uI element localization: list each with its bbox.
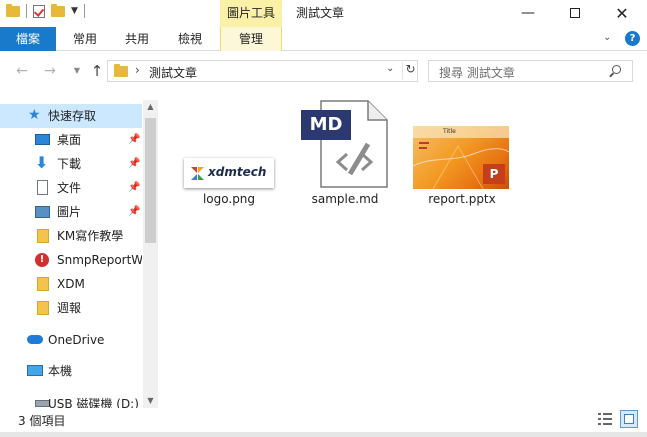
sidebar-item-xdm[interactable]: XDM <box>0 272 142 296</box>
sidebar-item-onedrive[interactable]: OneDrive <box>0 328 142 352</box>
document-icon <box>37 180 48 195</box>
pin-icon[interactable]: 📌 <box>128 200 140 224</box>
slide-title: Title <box>443 128 456 135</box>
large-icons-view-icon[interactable] <box>620 410 638 428</box>
search-icon[interactable] <box>612 65 621 74</box>
sidebar-item-documents[interactable]: 文件 📌 <box>0 176 142 200</box>
details-view-icon[interactable] <box>597 411 613 427</box>
quick-access-toolbar: ▼ <box>6 3 85 18</box>
navigation-pane: ★ 快速存取 桌面 📌 ⬇ 下載 📌 文件 📌 圖片 📌 KM寫作教學 ! Sn… <box>0 100 158 408</box>
recent-locations-button[interactable]: ▼ <box>68 61 86 81</box>
tab-home[interactable]: 常用 <box>60 27 110 51</box>
sidebar-item-quick-access[interactable]: ★ 快速存取 <box>0 104 142 128</box>
xdmtech-logo-icon <box>191 167 204 180</box>
file-name: sample.md <box>311 192 379 206</box>
item-count: 3 個項目 <box>18 414 66 428</box>
ribbon-tabs: 檔案 常用 共用 檢視 管理 ⌄ ? <box>0 27 647 51</box>
help-icon[interactable]: ? <box>625 31 640 46</box>
sidebar-item-desktop[interactable]: 桌面 📌 <box>0 128 142 152</box>
scroll-up-icon[interactable]: ▲ <box>143 100 158 114</box>
window-title: 測試文章 <box>296 6 345 20</box>
navpane-scrollbar[interactable]: ▲ ▼ <box>143 100 158 408</box>
address-bar[interactable]: › 測試文章 ⌄ ↻ <box>107 60 418 82</box>
file-item-sample-md[interactable]: MD sample.md <box>296 96 394 210</box>
folder-icon <box>114 64 128 77</box>
md-banner: MD <box>301 110 351 140</box>
file-name: logo.png <box>202 192 256 206</box>
breadcrumb-chevron-icon[interactable]: › <box>135 63 140 77</box>
pin-icon[interactable]: 📌 <box>128 176 140 200</box>
computer-icon <box>27 365 43 376</box>
breadcrumb-current[interactable]: 測試文章 <box>149 64 197 81</box>
folder-icon <box>37 229 49 243</box>
pin-icon[interactable]: 📌 <box>128 128 140 152</box>
address-dropdown-icon[interactable]: ⌄ <box>386 63 394 74</box>
up-button[interactable]: ↑ <box>88 61 106 81</box>
tab-view[interactable]: 檢視 <box>164 27 216 51</box>
status-bar: 3 個項目 <box>0 408 647 432</box>
cloud-icon <box>27 335 43 344</box>
forward-button[interactable]: → <box>41 61 59 81</box>
back-button[interactable]: ← <box>13 61 31 81</box>
window-bottom-edge <box>0 432 647 437</box>
search-placeholder: 搜尋 測試文章 <box>439 66 515 80</box>
maximize-icon <box>570 8 580 18</box>
file-item-logo[interactable]: xdmtech logo.png <box>172 150 286 210</box>
sidebar-item-this-pc[interactable]: 本機 <box>0 359 142 383</box>
logo-thumbnail: xdmtech <box>184 158 274 188</box>
maximize-button[interactable] <box>552 0 598 27</box>
picture-tools-header: 圖片工具 <box>220 0 282 27</box>
sidebar-item-pictures[interactable]: 圖片 📌 <box>0 200 142 224</box>
properties-icon[interactable] <box>33 4 45 18</box>
desktop-icon <box>35 134 50 145</box>
address-row: ← → ▼ ↑ › 測試文章 ⌄ ↻ 搜尋 測試文章 <box>0 55 647 87</box>
sidebar-item-downloads[interactable]: ⬇ 下載 📌 <box>0 152 142 176</box>
folder-icon <box>37 301 49 315</box>
sidebar-item-snmpreport[interactable]: ! SnmpReportWe <box>0 248 142 272</box>
new-folder-icon[interactable] <box>51 3 65 17</box>
pin-icon[interactable]: 📌 <box>128 152 140 176</box>
tab-share[interactable]: 共用 <box>113 27 161 51</box>
star-icon: ★ <box>28 107 41 123</box>
file-list: xdmtech logo.png MD sample.md Title P re… <box>160 90 647 408</box>
search-input[interactable]: 搜尋 測試文章 <box>428 60 633 82</box>
minimize-button[interactable]: — <box>505 0 551 27</box>
expand-ribbon-icon[interactable]: ⌄ <box>603 32 611 43</box>
scroll-down-icon[interactable]: ▼ <box>143 394 158 408</box>
close-button[interactable]: ✕ <box>599 0 645 27</box>
powerpoint-icon: P <box>483 164 505 184</box>
refresh-button[interactable]: ↻ <box>402 62 418 80</box>
file-item-report-pptx[interactable]: Title P report.pptx <box>406 120 518 210</box>
scroll-thumb[interactable] <box>145 118 156 243</box>
folder-icon <box>37 277 49 291</box>
pptx-thumbnail: Title P <box>413 126 509 189</box>
download-icon: ⬇ <box>35 153 49 172</box>
tab-manage[interactable]: 管理 <box>220 27 282 51</box>
tab-file[interactable]: 檔案 <box>0 27 56 51</box>
file-name: report.pptx <box>428 192 496 206</box>
customize-toolbar-icon[interactable]: ▼ <box>71 6 78 16</box>
title-bar: ▼ 圖片工具 測試文章 — ✕ <box>0 0 647 27</box>
sidebar-item-km-writing[interactable]: KM寫作教學 <box>0 224 142 248</box>
sidebar-item-usb-drive[interactable]: USB 磁碟機 (D:) <box>0 392 142 408</box>
pictures-icon <box>35 206 50 218</box>
folder-icon <box>6 3 20 17</box>
sidebar-item-weekly-report[interactable]: 週報 <box>0 296 142 320</box>
alert-folder-icon: ! <box>35 253 49 267</box>
